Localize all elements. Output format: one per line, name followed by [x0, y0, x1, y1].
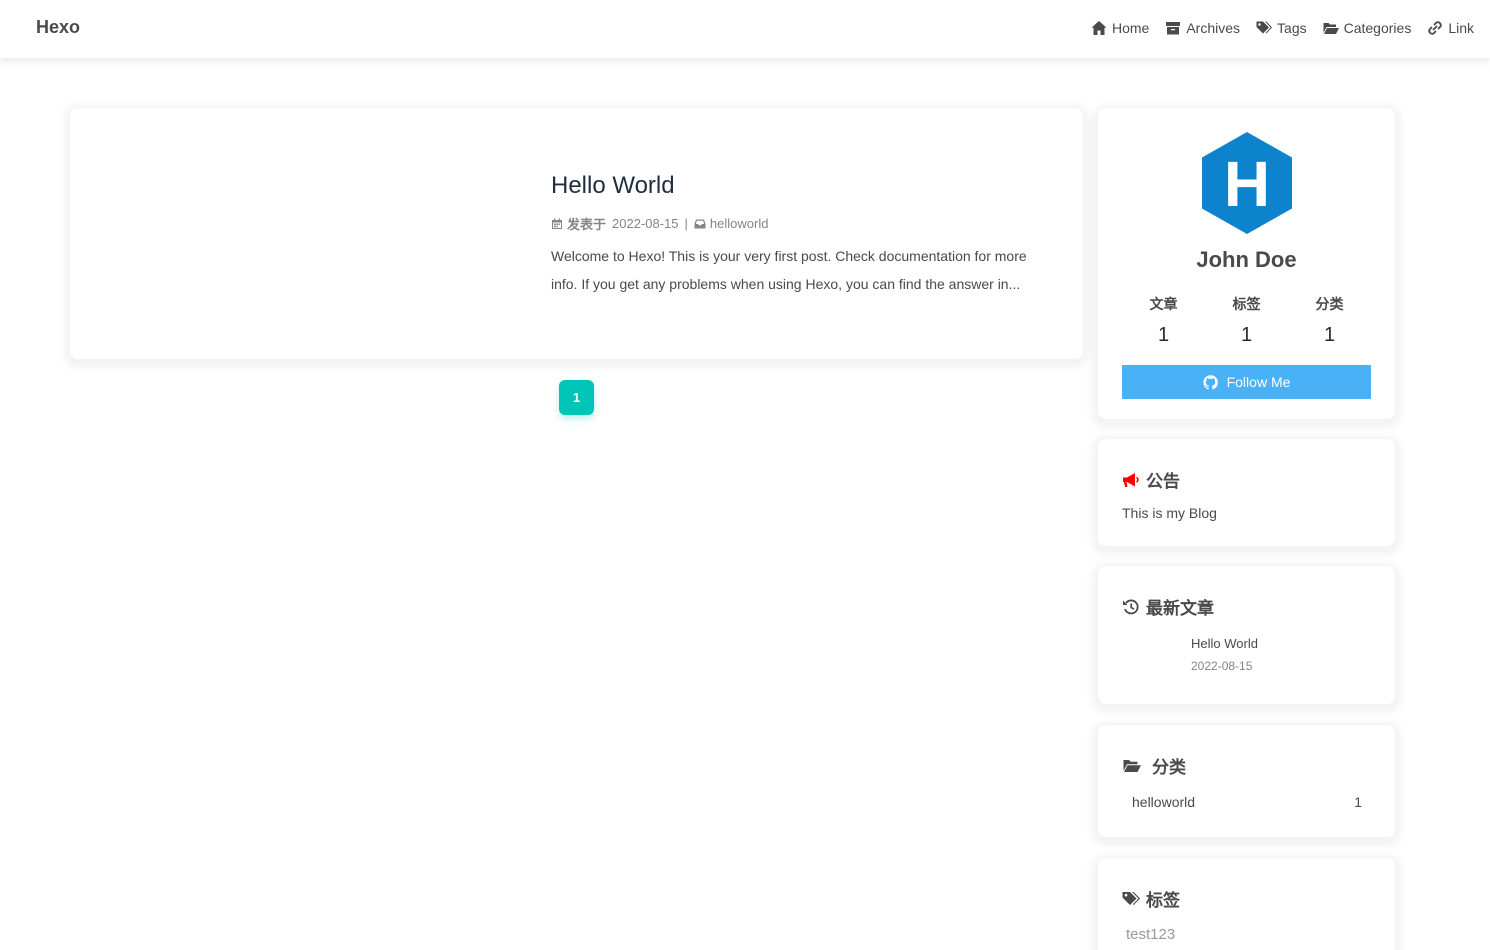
- announcement-header: 公告: [1122, 467, 1180, 492]
- category-item[interactable]: helloworld 1: [1132, 794, 1362, 810]
- nav-link[interactable]: Link: [1427, 20, 1474, 36]
- tags-card: 标签 test123: [1098, 858, 1395, 950]
- folder-open-icon: [1123, 759, 1141, 772]
- post-meta: 发表于 2022-08-15 | helloworld: [551, 214, 1041, 233]
- tags-icon: [1256, 21, 1273, 34]
- home-icon: [1091, 21, 1107, 35]
- post-excerpt-line: Welcome to Hexo! This is your very first…: [551, 248, 1027, 264]
- post-info: Hello World 发表于 2022-08-15 | helloworld …: [551, 172, 1041, 298]
- tags-header: 标签: [1122, 886, 1180, 911]
- stat-value: 1: [1240, 324, 1253, 346]
- tags-icon: [1122, 891, 1140, 905]
- stat-value: 1: [1157, 324, 1170, 346]
- meta-separator: |: [684, 216, 688, 231]
- github-icon: [1202, 374, 1218, 389]
- announcement-card: 公告 This is my Blog: [1098, 439, 1395, 546]
- nav-categories-label: Categories: [1343, 20, 1412, 36]
- nav-link-label: Link: [1448, 20, 1474, 36]
- recent-posts-header: 最新文章: [1122, 594, 1214, 619]
- categories-title: 分类: [1152, 758, 1186, 777]
- stat-label: 分类: [1315, 296, 1344, 312]
- follow-me-label: Follow Me: [1226, 374, 1291, 390]
- author-stats: 文章 1 标签 1 分类 1: [1122, 294, 1371, 347]
- stat-label: 标签: [1232, 296, 1261, 312]
- recent-post-title[interactable]: Hello World: [1191, 636, 1258, 651]
- tag-item[interactable]: test123: [1126, 926, 1175, 943]
- announcement-title: 公告: [1146, 472, 1180, 491]
- post-excerpt-line: info. If you get any problems when using…: [551, 276, 1021, 292]
- recent-posts-title: 最新文章: [1146, 599, 1214, 618]
- categories-header: 分类: [1122, 753, 1186, 778]
- avatar-letter: H: [1224, 148, 1270, 220]
- archive-icon: [1166, 22, 1181, 35]
- stat-articles[interactable]: 文章 1: [1122, 294, 1205, 347]
- main-menu: Home Archives Tags Categories Link: [1075, 20, 1474, 36]
- nav-home[interactable]: Home: [1091, 20, 1149, 36]
- category-name: helloworld: [1132, 794, 1196, 810]
- author-name: John Doe: [1196, 247, 1297, 272]
- stat-tags[interactable]: 标签 1: [1205, 294, 1288, 347]
- calendar-icon: [552, 218, 562, 229]
- announcement-text: This is my Blog: [1122, 505, 1217, 521]
- categories-card: 分类 helloworld 1: [1098, 725, 1395, 837]
- recent-post-date: 2022-08-15: [1191, 659, 1253, 673]
- inbox-icon: [694, 219, 706, 228]
- post-date: 2022-08-15: [612, 216, 679, 231]
- nav-archives-label: Archives: [1186, 20, 1241, 36]
- folder-open-icon: [1323, 23, 1339, 34]
- nav-categories[interactable]: Categories: [1323, 20, 1412, 36]
- bullhorn-icon: [1123, 472, 1139, 487]
- post-title[interactable]: Hello World: [551, 172, 1041, 200]
- nav-home-label: Home: [1111, 20, 1150, 36]
- recent-posts-card: 最新文章 Hello World 2022-08-15: [1098, 566, 1395, 704]
- nav-archives[interactable]: Archives: [1165, 20, 1240, 36]
- stat-categories[interactable]: 分类 1: [1288, 294, 1371, 347]
- nav-tags[interactable]: Tags: [1256, 20, 1307, 36]
- nav-tags-label: Tags: [1277, 20, 1307, 36]
- author-info-card: H John Doe 文章 1 标签 1 分类 1 Follow Me: [1098, 108, 1395, 419]
- link-icon: [1428, 21, 1442, 35]
- post-date-label: 发表于: [567, 217, 607, 232]
- recent-post-card: Hello World 发表于 2022-08-15 | helloworld …: [70, 108, 1083, 359]
- history-icon: [1123, 599, 1139, 614]
- stat-label: 文章: [1149, 296, 1178, 312]
- tags-title: 标签: [1146, 891, 1180, 910]
- post-excerpt: Welcome to Hexo! This is your very first…: [551, 242, 1041, 298]
- top-navbar: Hexo Home Archives Tags Categories Link: [0, 0, 1490, 58]
- avatar[interactable]: H: [1202, 132, 1292, 234]
- pagination-page-current[interactable]: 1: [559, 380, 594, 415]
- stat-value: 1: [1323, 324, 1336, 346]
- post-category-link[interactable]: helloworld: [710, 216, 769, 231]
- site-brand[interactable]: Hexo: [36, 17, 80, 38]
- category-count: 1: [1354, 794, 1362, 810]
- recent-post-item[interactable]: Hello World 2022-08-15: [1191, 636, 1258, 673]
- follow-me-button[interactable]: Follow Me: [1122, 365, 1371, 399]
